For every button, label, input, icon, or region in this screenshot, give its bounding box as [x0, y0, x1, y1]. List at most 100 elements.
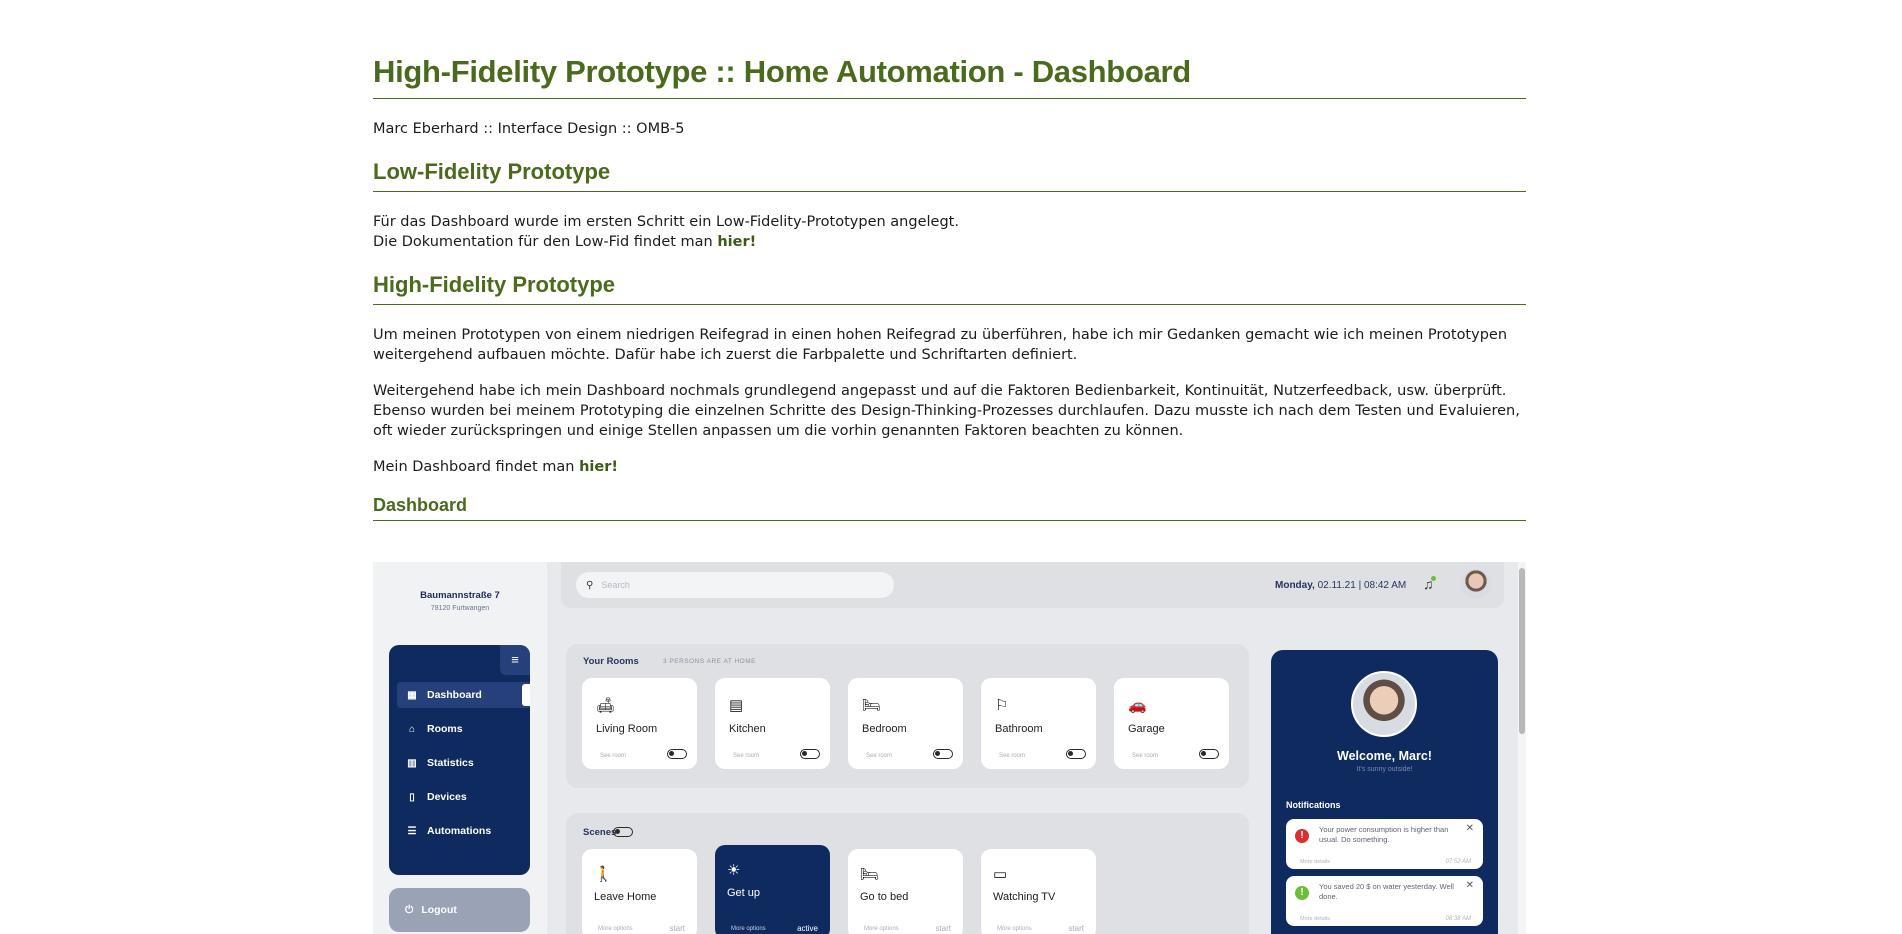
scene-name: Go to bed: [860, 891, 909, 903]
close-icon[interactable]: ✕: [1466, 880, 1474, 891]
lowfi-link[interactable]: hier!: [717, 234, 756, 250]
hifi-link[interactable]: hier!: [579, 459, 618, 475]
hifi-paragraph-2: Weitergehend habe ich mein Dashboard noc…: [373, 383, 1520, 439]
scene-status[interactable]: start: [669, 924, 685, 933]
search-icon: ⚲: [586, 580, 594, 591]
address-street: Baumannstraße 7: [420, 590, 500, 601]
scenes-toggle[interactable]: [613, 827, 633, 837]
lowfi-line2: Die Dokumentation für den Low-Fid findet…: [373, 234, 718, 250]
nav-label: Automations: [427, 825, 492, 837]
scene-more-options[interactable]: More options: [997, 926, 1032, 932]
bed-icon: 🛏: [862, 697, 882, 714]
room-link[interactable]: See room: [999, 753, 1025, 759]
notification-card[interactable]: ! Your power consumption is higher than …: [1286, 819, 1483, 869]
avatar-large: [1351, 671, 1417, 737]
hifi-heading: High-Fidelity Prototype: [373, 272, 1526, 305]
lowfi-line1: Für das Dashboard wurde im ersten Schrit…: [373, 214, 959, 230]
logout-button[interactable]: ⏻ Logout: [389, 888, 530, 932]
document-page: High-Fidelity Prototype :: Home Automati…: [373, 0, 1526, 934]
nav-item-dashboard[interactable]: ▦ Dashboard: [397, 682, 530, 708]
avatar[interactable]: [1461, 569, 1491, 599]
grid-icon: ▦: [407, 690, 417, 701]
notification-details-link[interactable]: More details: [1300, 916, 1330, 922]
chart-icon: ▥: [407, 758, 417, 769]
room-name: Bedroom: [862, 723, 907, 735]
room-card-bedroom[interactable]: 🛏 Bedroom See room: [848, 678, 963, 769]
scene-more-options[interactable]: More options: [731, 926, 766, 932]
room-toggle[interactable]: [933, 749, 953, 759]
room-card-garage[interactable]: 🚗 Garage See room: [1114, 678, 1229, 769]
welcome-title: Welcome, Marc!: [1337, 749, 1432, 763]
room-card-living-room[interactable]: 🛋 Living Room See room: [582, 678, 697, 769]
lowfi-text: Für das Dashboard wurde im ersten Schrit…: [373, 212, 1526, 252]
room-toggle[interactable]: [1199, 749, 1219, 759]
scene-more-options[interactable]: More options: [864, 926, 899, 932]
search-input[interactable]: ⚲ Search: [576, 572, 894, 598]
scene-more-options[interactable]: More options: [598, 926, 633, 932]
scene-status[interactable]: start: [1068, 924, 1084, 933]
dashboard-sidebar: Baumannstraße 7 78120 Furtwangen ≡ ▦ Dash…: [373, 562, 547, 934]
scene-name: Leave Home: [594, 891, 657, 903]
room-name: Living Room: [596, 723, 658, 735]
notification-details-link[interactable]: More details: [1300, 859, 1330, 865]
room-link[interactable]: See room: [1132, 753, 1158, 759]
hifi-paragraph-1: Um meinen Prototypen von einem niedrigen…: [373, 327, 1508, 363]
room-name: Bathroom: [995, 723, 1043, 735]
scene-card-get-up[interactable]: ☀ Get up More options active: [715, 845, 830, 934]
room-link[interactable]: See room: [866, 753, 892, 759]
room-link[interactable]: See room: [733, 753, 759, 759]
room-name: Kitchen: [729, 723, 766, 735]
page-title: High-Fidelity Prototype :: Home Automati…: [373, 54, 1526, 99]
bed-icon: 🛏: [860, 866, 880, 883]
power-icon: ⏻: [405, 904, 414, 916]
room-card-kitchen[interactable]: ▤ Kitchen See room: [715, 678, 830, 769]
sofa-icon: 🛋: [596, 697, 616, 714]
walk-icon: 🚶: [594, 866, 613, 883]
address-city: 78120 Furtwangen: [430, 605, 490, 612]
phone-icon: ▯: [409, 792, 415, 803]
hifi-line3: Mein Dashboard findet man: [373, 459, 580, 475]
scene-name: Watching TV: [993, 891, 1056, 903]
dashboard-screenshot: Baumannstraße 7 78120 Furtwangen ≡ ▦ Dash…: [373, 562, 1526, 934]
rooms-subtitle: 3 PERSONS ARE AT HOME: [663, 658, 756, 665]
nav-item-automations[interactable]: ☰ Automations: [397, 818, 530, 844]
notifications-title: Notifications: [1286, 800, 1341, 810]
sliders-icon: ☰: [407, 826, 417, 837]
nav-item-devices[interactable]: ▯ Devices: [397, 784, 530, 810]
car-icon: 🚗: [1128, 697, 1147, 714]
nav-item-rooms[interactable]: ⌂ Rooms: [397, 716, 530, 742]
notification-text: You saved 20 $ on water yesterday. Well …: [1319, 882, 1454, 901]
nav-item-statistics[interactable]: ▥ Statistics: [397, 750, 530, 776]
menu-icon[interactable]: ≡: [500, 645, 530, 675]
scrollbar-thumb[interactable]: [1519, 568, 1525, 734]
scrollbar[interactable]: [1518, 562, 1526, 934]
alert-icon: !: [1295, 829, 1309, 843]
room-card-bathroom[interactable]: ⚐ Bathroom See room: [981, 678, 1096, 769]
scene-card-leave-home[interactable]: 🚶 Leave Home More options start: [582, 849, 697, 934]
scene-card-go-to-bed[interactable]: 🛏 Go to bed More options start: [848, 849, 963, 934]
scene-card-watching-tv[interactable]: ▭ Watching TV More options start: [981, 849, 1096, 934]
dashboard-heading: Dashboard: [373, 495, 1526, 521]
room-toggle[interactable]: [1066, 749, 1086, 759]
scene-status[interactable]: active: [797, 924, 818, 933]
rooms-title: Your Rooms: [583, 656, 639, 667]
room-link[interactable]: See room: [600, 753, 626, 759]
room-name: Garage: [1128, 723, 1165, 735]
fridge-icon: ▤: [729, 697, 744, 714]
notification-card[interactable]: ! You saved 20 $ on water yesterday. Wel…: [1286, 876, 1483, 926]
room-toggle[interactable]: [800, 749, 820, 759]
logout-label: Logout: [421, 904, 457, 916]
search-placeholder: Search: [601, 580, 630, 590]
byline: Marc Eberhard :: Interface Design :: OMB…: [373, 121, 685, 137]
tv-icon: ▭: [993, 866, 1008, 883]
lowfi-heading: Low-Fidelity Prototype: [373, 159, 1526, 192]
home-icon: ⌂: [408, 724, 416, 735]
date-rest: 02.11.21 | 08:42 AM: [1314, 580, 1407, 591]
success-icon: !: [1295, 886, 1309, 900]
room-toggle[interactable]: [667, 749, 687, 759]
scene-status[interactable]: start: [935, 924, 951, 933]
close-icon[interactable]: ✕: [1466, 823, 1474, 834]
scenes-title: Scenes: [583, 827, 617, 838]
scenes-panel: Scenes 🚶 Leave Home More options start ☀…: [566, 813, 1249, 934]
bell-icon[interactable]: ♫: [1423, 576, 1435, 592]
